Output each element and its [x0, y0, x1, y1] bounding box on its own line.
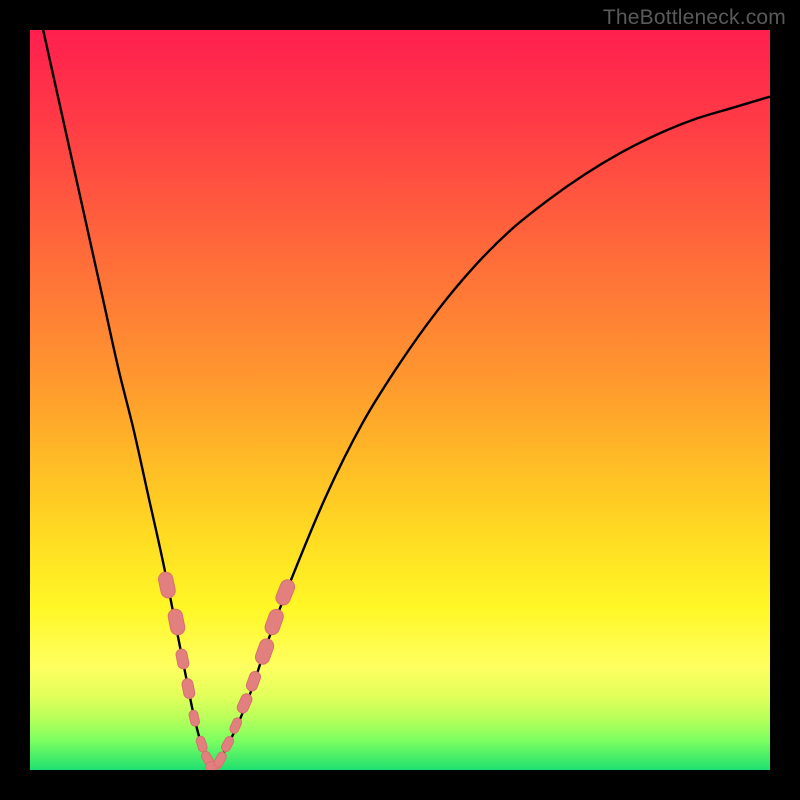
curve-marker	[220, 735, 235, 753]
curve-marker	[245, 670, 262, 693]
curve-marker	[236, 692, 254, 715]
curve-marker	[195, 735, 208, 753]
curve-marker	[212, 751, 227, 769]
curve-marker	[274, 578, 297, 607]
attribution-text: TheBottleneck.com	[603, 6, 786, 30]
plot-svg	[30, 30, 770, 770]
curve-marker	[253, 637, 275, 666]
curve-markers	[157, 571, 297, 770]
curve-marker	[157, 571, 176, 599]
curve-marker	[181, 678, 196, 700]
plot-area	[30, 30, 770, 770]
bottleneck-curve	[30, 30, 770, 766]
chart-frame: TheBottleneck.com	[0, 0, 800, 800]
curve-marker	[228, 717, 243, 735]
curve-marker	[188, 709, 200, 727]
curve-marker	[175, 648, 190, 670]
curve-marker	[167, 608, 186, 636]
curve-marker	[263, 607, 285, 636]
